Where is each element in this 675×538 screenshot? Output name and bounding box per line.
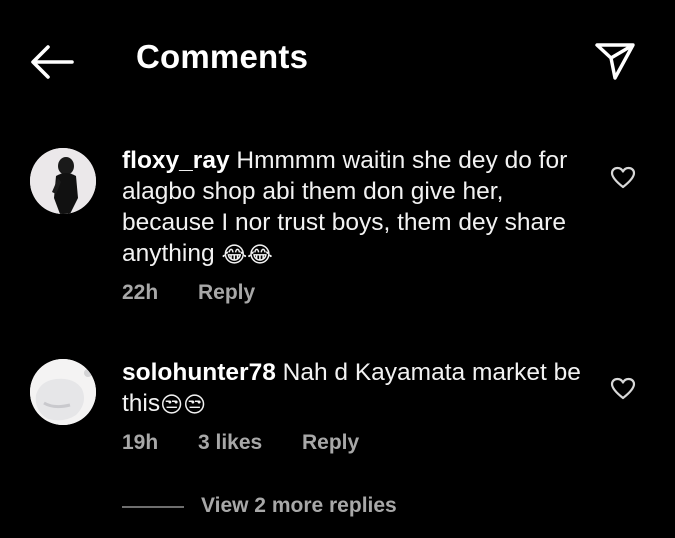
replies-divider (122, 506, 184, 508)
user-photo-icon (30, 148, 96, 214)
page-title: Comments (136, 38, 309, 75)
avatar[interactable] (30, 359, 96, 425)
reply-button[interactable]: Reply (198, 281, 255, 305)
comment-time: 19h (122, 431, 159, 454)
comment-text: solohunter78 Nah d Kayamata market be th… (122, 357, 582, 420)
comment-username[interactable]: solohunter78 (122, 359, 276, 386)
avatar[interactable] (30, 148, 96, 214)
comment-text: floxy_ray Hmmmm waitin she dey do for al… (122, 145, 582, 270)
back-arrow-icon[interactable] (28, 42, 76, 82)
view-more-replies-button[interactable]: View 2 more replies (201, 494, 397, 518)
like-heart-icon[interactable] (610, 166, 636, 190)
user-photo-icon (30, 359, 96, 425)
reply-button[interactable]: Reply (302, 431, 359, 455)
like-heart-icon[interactable] (610, 377, 636, 401)
comment-time: 22h (122, 281, 159, 304)
laughing-emoji-icon: 😂😂 (221, 242, 273, 267)
likes-count[interactable]: 3 likes (198, 431, 262, 455)
unamused-emoji-icon: 😒😒 (160, 392, 207, 417)
comment-username[interactable]: floxy_ray (122, 147, 230, 174)
header-bar: Comments (0, 0, 675, 120)
share-send-icon[interactable] (592, 38, 638, 84)
